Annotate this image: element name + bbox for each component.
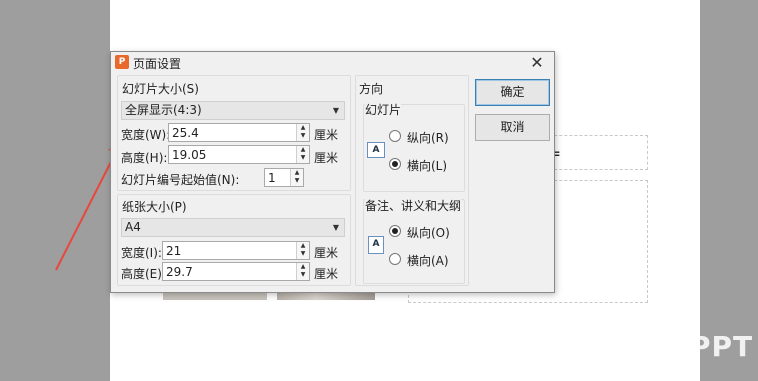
slide-size-value: 全屏显示(4:3): [125, 103, 202, 117]
page-setup-dialog: P 页面设置 ✕ 幻灯片大小(S) 全屏显示(4:3) ▼ 宽度(W): 25.…: [110, 51, 555, 293]
paper-width-stepper[interactable]: ▲ ▼: [296, 242, 309, 259]
paper-width-label: 宽度(I):: [121, 246, 162, 260]
slide-width-input[interactable]: 25.4 ▲ ▼: [168, 123, 310, 142]
paper-width-input[interactable]: 21 ▲ ▼: [162, 241, 310, 260]
notes-orientation-title: 备注、讲义和大纲: [365, 197, 462, 214]
slide-height-stepper[interactable]: ▲ ▼: [296, 146, 309, 163]
chevron-down-icon: ▼: [332, 106, 339, 115]
slide-orientation-title: 幻灯片: [365, 101, 402, 118]
slide-size-select[interactable]: 全屏显示(4:3) ▼: [121, 101, 345, 120]
slide-height-unit: 厘米: [314, 151, 339, 165]
slide-portrait-radio[interactable]: [389, 130, 401, 142]
watermark-text: PPT: [690, 330, 754, 363]
slide-width-value: 25.4: [172, 126, 199, 140]
slide-landscape-label[interactable]: 横向(L): [407, 157, 447, 174]
slide-width-stepper[interactable]: ▲ ▼: [296, 124, 309, 141]
paper-height-value: 29.7: [166, 265, 193, 279]
paper-height-stepper[interactable]: ▲ ▼: [296, 263, 309, 280]
start-number-input[interactable]: 1 ▲ ▼: [264, 168, 304, 187]
notes-landscape-radio[interactable]: [389, 253, 401, 265]
paper-height-input[interactable]: 29.7 ▲ ▼: [162, 262, 310, 281]
landscape-page-icon: A: [367, 142, 385, 158]
slide-size-title: 幻灯片大小(S): [122, 80, 199, 97]
wps-app-icon: P: [115, 55, 129, 69]
dialog-titlebar[interactable]: P 页面设置 ✕: [111, 52, 554, 74]
chevron-down-icon: ▼: [332, 223, 339, 232]
paper-height-unit: 厘米: [314, 267, 339, 281]
portrait-page-icon: A: [368, 236, 384, 254]
cancel-button[interactable]: 取消: [475, 114, 550, 141]
notes-landscape-label[interactable]: 横向(A): [407, 252, 449, 269]
start-number-stepper[interactable]: ▲ ▼: [290, 169, 303, 186]
start-number-value: 1: [268, 171, 276, 185]
slide-portrait-label[interactable]: 纵向(R): [407, 129, 449, 146]
slide-width-label: 宽度(W):: [121, 128, 171, 142]
ok-button[interactable]: 确定: [475, 79, 550, 106]
close-icon[interactable]: ✕: [528, 54, 546, 72]
slide-height-input[interactable]: 19.05 ▲ ▼: [168, 145, 310, 164]
paper-size-value: A4: [125, 220, 141, 234]
paper-height-label: 高度(E):: [121, 267, 166, 281]
slide-width-unit: 厘米: [314, 128, 339, 142]
paper-width-value: 21: [166, 244, 182, 258]
paper-size-title: 纸张大小(P): [122, 198, 187, 215]
orientation-title: 方向: [359, 80, 384, 97]
slide-landscape-radio[interactable]: [389, 158, 401, 170]
paper-width-unit: 厘米: [314, 246, 339, 260]
slide-height-label: 高度(H):: [121, 151, 168, 165]
paper-size-select[interactable]: A4 ▼: [121, 218, 345, 237]
slide-height-value: 19.05: [172, 148, 207, 162]
start-number-label: 幻灯片编号起始值(N):: [121, 173, 240, 187]
dialog-title: 页面设置: [133, 57, 182, 71]
notes-portrait-label[interactable]: 纵向(O): [407, 224, 450, 241]
notes-portrait-radio[interactable]: [389, 225, 401, 237]
